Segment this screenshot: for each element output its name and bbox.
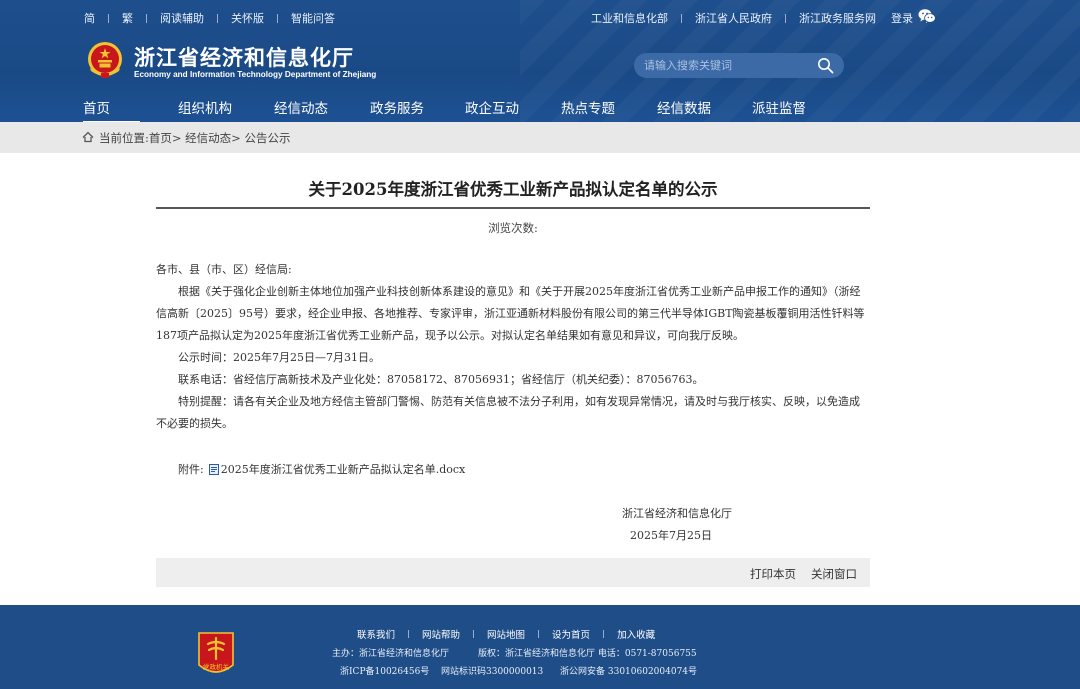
reading-aid-link[interactable]: 阅读辅助 — [160, 10, 204, 26]
breadcrumb-separator: > — [171, 131, 182, 145]
breadcrumb-news[interactable]: 经信动态 — [185, 131, 231, 145]
footer-site-code: 网站标识码3300000013 — [441, 667, 544, 677]
article-period: 公示时间：2025年7月25日—7月31日。 — [178, 351, 380, 364]
badge-text: 党政机关 — [203, 662, 230, 671]
national-emblem-icon[interactable] — [86, 40, 124, 80]
top-bar: 简 繁 阅读辅助 关怀版 智能问答 工业和信息化部 浙江省人民政府 浙江政务服务… — [0, 0, 1080, 34]
article-title: 关于2025年度浙江省优秀工业新产品拟认定名单的公示 — [308, 180, 718, 199]
breadcrumb-separator: > — [231, 131, 241, 145]
attachment-label: 附件: — [178, 463, 204, 476]
nav-item-topics[interactable]: 热点专题 — [561, 97, 615, 117]
smart-qa-link[interactable]: 智能问答 — [291, 10, 335, 26]
breadcrumb-announcements[interactable]: 公告公示 — [244, 131, 290, 145]
print-button[interactable]: 打印本页 — [750, 566, 796, 582]
footer-sitemap-link[interactable]: 网站地图 — [487, 627, 525, 641]
wechat-icon[interactable] — [918, 8, 936, 24]
title-divider — [156, 207, 870, 209]
footer-bookmark-link[interactable]: 加入收藏 — [617, 627, 655, 641]
main-nav: 首页 组织机构 经信动态 政务服务 政企互动 热点专题 经信数据 派驻监督 — [0, 92, 1080, 122]
footer-help-link[interactable]: 网站帮助 — [422, 627, 460, 641]
divider — [146, 13, 147, 23]
site-name-english: Economy and Information Technology Depar… — [134, 70, 377, 79]
care-version-link[interactable]: 关怀版 — [231, 10, 264, 26]
breadcrumb: 当前位置:首页> 经信动态> 公告公示 — [99, 130, 290, 146]
signature-date: 2025年7月25日 — [630, 529, 712, 542]
footer-host: 主办：浙江省经济和信息化厅 — [332, 649, 450, 659]
search-input[interactable] — [644, 57, 814, 74]
nav-item-news[interactable]: 经信动态 — [274, 97, 328, 117]
divider — [603, 630, 605, 638]
zj-service-link[interactable]: 浙江政务服务网 — [799, 10, 876, 26]
miit-link[interactable]: 工业和信息化部 — [591, 10, 668, 26]
top-links-right: 工业和信息化部 浙江省人民政府 浙江政务服务网 登录 — [591, 10, 940, 26]
search-icon[interactable] — [817, 57, 834, 74]
nav-item-supervision[interactable]: 派驻监督 — [752, 97, 806, 117]
attachment: 附件: 2025年度浙江省优秀工业新产品拟认定名单.docx — [178, 461, 465, 477]
nav-item-services[interactable]: 政务服务 — [370, 97, 424, 117]
login-link[interactable]: 登录 — [891, 10, 913, 26]
top-links-left: 简 繁 阅读辅助 关怀版 智能问答 — [84, 10, 335, 26]
nav-item-home[interactable]: 首页 — [83, 97, 140, 122]
divider — [408, 630, 410, 638]
document-icon — [208, 463, 219, 475]
breadcrumb-home[interactable]: 首页 — [149, 131, 172, 145]
footer-contact-link[interactable]: 联系我们 — [357, 627, 395, 641]
nav-item-data[interactable]: 经信数据 — [657, 97, 711, 117]
divider — [538, 630, 540, 638]
divider — [681, 13, 682, 23]
article-reminder: 特别提醒：请各有关企业及地方经信主管部门警惕、防范有关信息被不法分子利用，如有发… — [156, 395, 860, 430]
site-name[interactable]: 浙江省经济和信息化厅 — [134, 42, 354, 72]
divider — [473, 630, 475, 638]
divider — [217, 13, 218, 23]
close-window-button[interactable]: 关闭窗口 — [811, 566, 857, 582]
nav-item-interaction[interactable]: 政企互动 — [465, 97, 519, 117]
view-count: 浏览次数: — [488, 221, 538, 235]
zj-government-link[interactable]: 浙江省人民政府 — [695, 10, 772, 26]
article-contact: 联系电话：省经信厅高新技术及产业化处：87058172、87056931；省经信… — [178, 373, 704, 386]
breadcrumb-prefix: 当前位置: — [99, 131, 149, 145]
home-icon — [82, 131, 94, 143]
traditional-chinese-link[interactable]: 繁 — [122, 10, 133, 26]
divider — [785, 13, 786, 23]
footer-links: 联系我们 网站帮助 网站地图 设为首页 加入收藏 — [357, 627, 655, 641]
attachment-link[interactable]: 2025年度浙江省优秀工业新产品拟认定名单.docx — [221, 461, 466, 477]
article-body: 根据《关于强化企业创新主体地位加强产业科技创新体系建设的意见》和《关于开展202… — [156, 285, 865, 342]
signature-org: 浙江省经济和信息化厅 — [622, 507, 732, 520]
divider — [108, 13, 109, 23]
divider — [277, 13, 278, 23]
government-badge-icon[interactable]: 党政机关 — [196, 631, 236, 679]
nav-item-organization[interactable]: 组织机构 — [178, 97, 232, 117]
footer-homepage-link[interactable]: 设为首页 — [552, 627, 590, 641]
article-salutation: 各市、县（市、区）经信局: — [156, 263, 292, 276]
search-box — [634, 53, 844, 78]
footer-copyright: 版权：浙江省经济和信息化厅 电话：0571-87056755 — [478, 649, 697, 659]
footer-police-record[interactable]: 浙公网安备 33010602004074号 — [560, 664, 697, 677]
site-header: 简 繁 阅读辅助 关怀版 智能问答 工业和信息化部 浙江省人民政府 浙江政务服务… — [0, 0, 1080, 122]
footer-icp[interactable]: 浙ICP备10026456号 — [340, 664, 429, 677]
simplified-chinese-link[interactable]: 简 — [84, 10, 95, 26]
